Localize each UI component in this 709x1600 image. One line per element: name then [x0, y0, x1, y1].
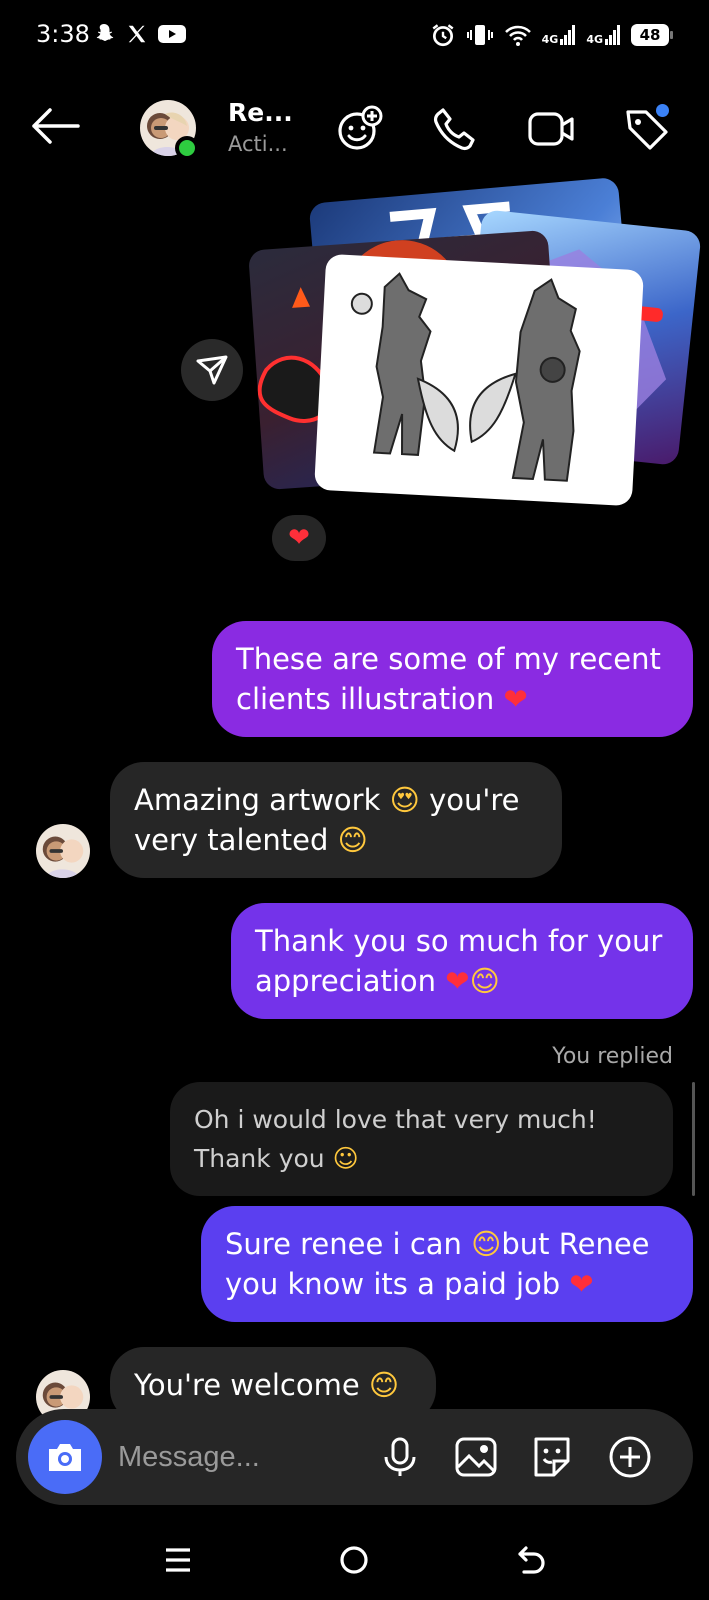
scrollbar[interactable]: [692, 1082, 695, 1196]
video-icon[interactable]: [526, 104, 576, 154]
media-card-front[interactable]: [314, 253, 644, 507]
message-outgoing[interactable]: Thank you so much for your appreciation …: [231, 903, 693, 1019]
back-icon[interactable]: [508, 1536, 556, 1584]
message-outgoing[interactable]: Sure renee i can 😊but Renee you know its…: [201, 1206, 693, 1322]
wifi-icon: [504, 25, 531, 46]
share-button[interactable]: [181, 339, 243, 401]
quoted-message[interactable]: Oh i would love that very much! Thank yo…: [170, 1082, 673, 1196]
signal-4g-icon: 4G: [542, 25, 577, 45]
contact-status: Acti...: [228, 132, 288, 156]
heart-emoji: ❤: [569, 1267, 594, 1301]
message-input[interactable]: [118, 1435, 368, 1479]
smile-emoji: 😊: [469, 964, 500, 998]
system-navbar: [0, 1520, 709, 1600]
contact-name[interactable]: Re...: [228, 98, 293, 127]
camera-button[interactable]: [28, 1420, 102, 1494]
effects-icon[interactable]: [334, 104, 384, 154]
heart-reaction[interactable]: ❤: [272, 515, 326, 561]
smile-emoji: 😊: [337, 823, 368, 857]
phone-icon[interactable]: [430, 104, 480, 154]
notification-dot: [656, 104, 669, 117]
plus-icon[interactable]: [606, 1433, 654, 1481]
avatar[interactable]: [36, 824, 90, 878]
message-incoming[interactable]: Amazing artwork 😍 you're very talented 😊: [110, 762, 562, 878]
snapchat-icon: [96, 24, 114, 41]
battery-icon: 48: [631, 24, 673, 46]
menu-icon[interactable]: [154, 1536, 202, 1584]
back-arrow-icon[interactable]: [28, 106, 82, 146]
smile-emoji: 😊: [368, 1368, 400, 1402]
signal-4g-icon: 4G: [586, 25, 621, 45]
alarm-icon: [432, 24, 454, 47]
vibrate-icon: [466, 25, 493, 45]
heart-eyes-emoji: 😍: [389, 783, 420, 817]
status-time: 3:38: [36, 20, 90, 48]
gallery-icon[interactable]: [452, 1433, 500, 1481]
reply-label: You replied: [552, 1044, 673, 1069]
microphone-icon[interactable]: [376, 1433, 424, 1481]
heart-emoji: ❤: [503, 682, 528, 716]
sticker-icon[interactable]: [528, 1433, 576, 1481]
message-composer: [16, 1409, 693, 1505]
heart-emoji: ❤: [445, 964, 470, 998]
smile-emoji: 😊: [471, 1227, 502, 1261]
blush-emoji: ☺: [332, 1144, 359, 1173]
x-icon: [128, 25, 146, 43]
status-bar: 3:38 4G 4G 48: [0, 0, 709, 80]
youtube-icon: [158, 25, 186, 43]
home-icon[interactable]: [330, 1536, 378, 1584]
online-status-dot: [175, 136, 199, 160]
message-outgoing[interactable]: These are some of my recent clients illu…: [212, 621, 693, 737]
camera-icon: [49, 1444, 81, 1471]
chat-header: Re... Acti...: [0, 90, 709, 170]
